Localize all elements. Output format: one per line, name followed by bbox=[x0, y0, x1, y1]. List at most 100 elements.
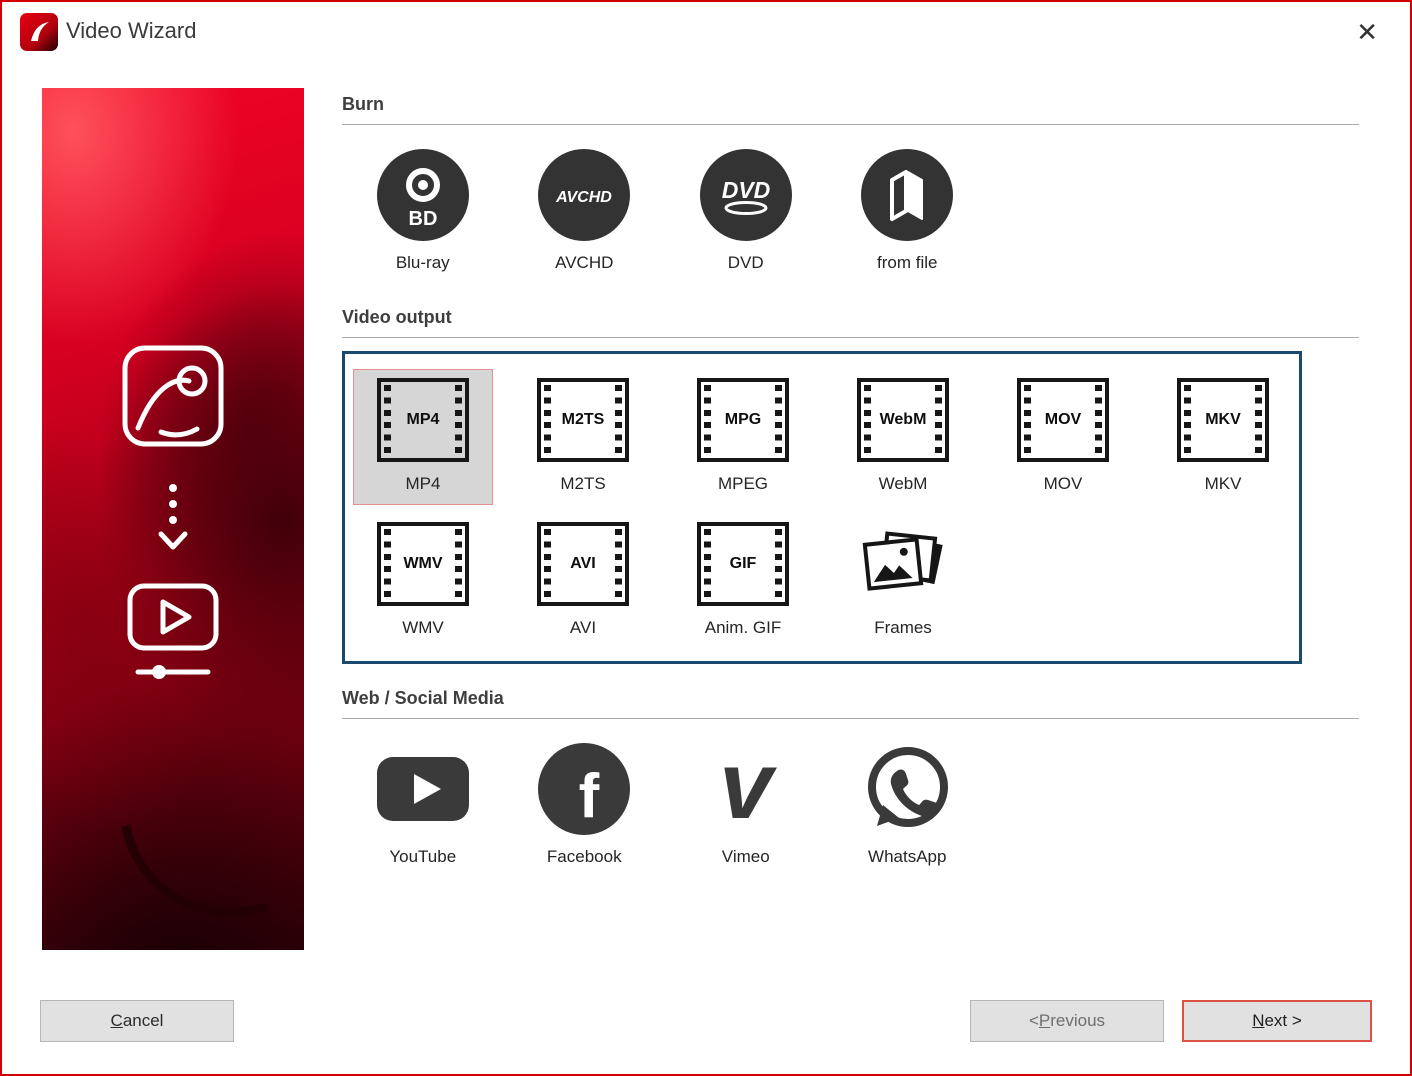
web-item-label: WhatsApp bbox=[868, 847, 947, 866]
video-output-label: M2TS bbox=[560, 474, 606, 493]
web-item-vimeo[interactable]: v Vimeo bbox=[665, 743, 827, 867]
video-output-item-frames[interactable]: Frames bbox=[833, 513, 973, 649]
film-icon: AVI bbox=[537, 522, 629, 606]
svg-text:DVD: DVD bbox=[721, 177, 770, 203]
burn-item-avchd[interactable]: AVCHD AVCHD bbox=[504, 149, 666, 273]
video-output-item-webm[interactable]: WebM WebM bbox=[833, 369, 973, 505]
film-holes bbox=[1024, 385, 1031, 455]
film-holes bbox=[544, 529, 551, 599]
burn-item-label: DVD bbox=[727, 253, 764, 272]
video-output-item-mov[interactable]: MOV MOV bbox=[993, 369, 1133, 505]
burn-item-bluray[interactable]: BD Blu-ray bbox=[342, 149, 504, 273]
film-holes bbox=[455, 385, 462, 455]
svg-text:AVCHD: AVCHD bbox=[555, 189, 612, 206]
section-title-burn: Burn bbox=[342, 94, 1359, 125]
wizard-content: Burn BD Blu-ray AVCHD AVCHD DVD DVD from… bbox=[342, 88, 1374, 867]
web-item-facebook[interactable]: f Facebook bbox=[504, 743, 666, 867]
wizard-sidebar-image bbox=[42, 88, 304, 950]
close-icon[interactable]: ✕ bbox=[1350, 16, 1384, 48]
film-holes bbox=[864, 385, 871, 455]
video-output-label: MKV bbox=[1204, 474, 1242, 493]
svg-text:f: f bbox=[579, 762, 600, 831]
video-output-item-mkv[interactable]: MKV MKV bbox=[1153, 369, 1293, 505]
button-text: P bbox=[1038, 1011, 1051, 1030]
images-icon bbox=[122, 345, 224, 447]
burn-item-dvd[interactable]: DVD DVD bbox=[665, 149, 827, 273]
video-wizard-dialog: { "window": { "title": "Video Wizard", "… bbox=[0, 0, 1412, 1076]
video-output-item-mp4[interactable]: MP4 MP4 bbox=[353, 369, 493, 505]
web-item-label: YouTube bbox=[389, 847, 457, 866]
facebook-icon: f bbox=[538, 743, 631, 835]
web-item-youtube[interactable]: YouTube bbox=[342, 743, 504, 867]
burn-item-label: Blu-ray bbox=[395, 253, 450, 272]
film-holes bbox=[1184, 385, 1191, 455]
cancel-button[interactable]: Cancel bbox=[40, 1000, 234, 1042]
video-output-label: WMV bbox=[402, 618, 444, 637]
arrow-down-icon bbox=[158, 484, 188, 550]
film-icon: MOV bbox=[1017, 378, 1109, 462]
section-title-web-social: Web / Social Media bbox=[342, 688, 1359, 719]
button-text: < bbox=[1028, 1011, 1039, 1030]
dvd-disc-icon: DVD bbox=[699, 149, 792, 241]
previous-button[interactable]: < Previous bbox=[970, 1000, 1164, 1042]
film-icon: M2TS bbox=[537, 378, 629, 462]
video-output-label: Frames bbox=[874, 618, 932, 637]
film-holes bbox=[384, 529, 391, 599]
web-item-label: Facebook bbox=[546, 847, 622, 866]
whatsapp-icon bbox=[868, 747, 949, 827]
video-output-label: MPEG bbox=[717, 474, 769, 493]
title-bar: Video Wizard ✕ bbox=[2, 2, 1410, 64]
web-item-whatsapp[interactable]: WhatsApp bbox=[827, 743, 989, 867]
bluray-disc-icon: BD bbox=[376, 149, 469, 241]
section-title-video-output: Video output bbox=[342, 307, 1359, 338]
film-holes bbox=[615, 385, 622, 455]
film-holes bbox=[384, 385, 391, 455]
burn-item-from-file[interactable]: from file bbox=[827, 149, 989, 273]
button-text: revious bbox=[1050, 1011, 1106, 1030]
burn-item-label: AVCHD bbox=[555, 253, 614, 272]
film-holes bbox=[615, 529, 622, 599]
avchd-disc-icon: AVCHD bbox=[538, 149, 631, 241]
film-icon: MP4 bbox=[377, 378, 469, 462]
burn-row: BD Blu-ray AVCHD AVCHD DVD DVD from file bbox=[342, 149, 1374, 273]
video-output-item-mpeg[interactable]: MPG MPEG bbox=[673, 369, 813, 505]
video-output-label: AVI bbox=[569, 618, 597, 637]
svg-text:v: v bbox=[719, 743, 777, 835]
film-holes bbox=[544, 385, 551, 455]
film-icon: WMV bbox=[377, 522, 469, 606]
film-holes bbox=[1255, 385, 1262, 455]
burn-item-label: from file bbox=[877, 253, 938, 272]
next-button[interactable]: Next > bbox=[1182, 1000, 1372, 1042]
film-icon: MPG bbox=[697, 378, 789, 462]
video-output-label: MP4 bbox=[405, 474, 441, 493]
vimeo-icon: v bbox=[719, 743, 777, 835]
video-output-item-m2ts[interactable]: M2TS M2TS bbox=[513, 369, 653, 505]
film-icon: GIF bbox=[697, 522, 789, 606]
video-output-selection-frame: MP4 MP4 M2TS M2TS MPG MPEG WebM WebM MOV… bbox=[342, 351, 1302, 664]
film-holes bbox=[775, 529, 782, 599]
video-output-label: WebM bbox=[878, 474, 928, 493]
film-holes bbox=[704, 529, 711, 599]
button-text: N bbox=[1252, 1011, 1265, 1030]
video-output-label: Anim. GIF bbox=[704, 618, 782, 637]
film-holes bbox=[455, 529, 462, 599]
video-output-item-anim-gif[interactable]: GIF Anim. GIF bbox=[673, 513, 813, 649]
video-output-item-wmv[interactable]: WMV WMV bbox=[353, 513, 493, 649]
button-text: ext > bbox=[1264, 1011, 1302, 1030]
youtube-icon bbox=[376, 757, 469, 821]
photo-stack-icon bbox=[862, 531, 943, 591]
video-output-item-avi[interactable]: AVI AVI bbox=[513, 513, 653, 649]
video-player-icon bbox=[127, 583, 219, 679]
window-title: Video Wizard bbox=[66, 18, 197, 43]
film-icon: MKV bbox=[1177, 378, 1269, 462]
button-text: C bbox=[110, 1011, 123, 1030]
film-icon: WebM bbox=[857, 378, 949, 462]
button-text: ancel bbox=[122, 1011, 164, 1030]
web-social-row: YouTube f Facebook v Vimeo WhatsApp bbox=[342, 743, 1374, 867]
app-logo-icon bbox=[20, 13, 58, 51]
film-holes bbox=[704, 385, 711, 455]
wizard-step-glyphs bbox=[122, 345, 224, 679]
film-holes bbox=[775, 385, 782, 455]
from-file-icon bbox=[861, 149, 954, 241]
film-holes bbox=[935, 385, 942, 455]
